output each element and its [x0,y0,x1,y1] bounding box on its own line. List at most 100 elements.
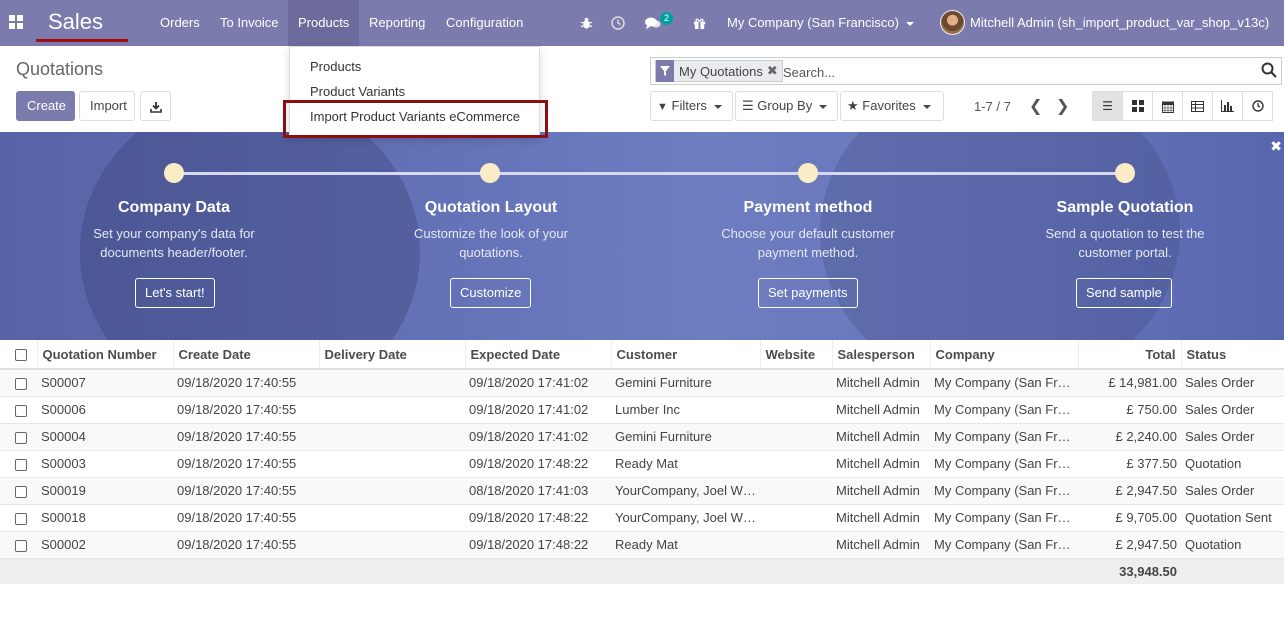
user-avatar[interactable] [940,10,965,35]
graph-view-icon[interactable] [1212,91,1243,121]
lets-start-button[interactable]: Let's start! [135,278,215,308]
cell-status: Quotation Sent [1181,504,1284,532]
list-view-icon[interactable]: ☰ [1092,91,1123,121]
calendar-view-icon[interactable] [1152,91,1183,121]
table-footer-row: 33,948.50 [0,558,1284,584]
close-icon[interactable]: ✖ [1270,138,1282,155]
menu-to-invoice[interactable]: To Invoice [210,0,289,46]
download-button[interactable] [140,91,171,121]
cell-number: S00002 [37,531,173,559]
cell-number: S00004 [37,423,173,451]
step-dot [798,163,818,183]
column-header-expected-date[interactable]: Expected Date [465,340,612,370]
select-all-checkbox[interactable] [0,340,38,370]
pivot-view-icon[interactable] [1182,91,1213,121]
cell-expected-date: 09/18/2020 17:48:22 [465,504,611,532]
cell-delivery-date [319,531,465,559]
table-row[interactable]: S00006 09/18/2020 17:40:55 09/18/2020 17:4… [0,396,1284,424]
cell-company: My Company (San Fr… [930,369,1078,397]
menu-configuration[interactable]: Configuration [436,0,533,46]
bug-icon[interactable] [580,0,593,46]
cell-salesperson: Mitchell Admin [832,504,930,532]
search-input[interactable] [783,62,1253,82]
company-switcher[interactable]: My Company (San Francisco) [727,0,914,46]
activity-view-icon[interactable] [1242,91,1273,121]
kanban-view-icon[interactable] [1122,91,1153,121]
cell-company: My Company (San Fr… [930,477,1078,505]
row-checkbox[interactable] [0,477,37,505]
import-button[interactable]: Import [79,91,135,121]
row-checkbox[interactable] [0,423,37,451]
column-header-salesperson[interactable]: Salesperson [832,340,931,370]
set-payments-button[interactable]: Set payments [758,278,858,308]
row-checkbox[interactable] [0,531,37,559]
cell-salesperson: Mitchell Admin [832,450,930,478]
table-row[interactable]: S00003 09/18/2020 17:40:55 09/18/2020 17:4… [0,450,1284,478]
column-header-number[interactable]: Quotation Number [37,340,174,370]
column-header-status[interactable]: Status [1181,340,1284,370]
facet-label: My Quotations [679,63,763,79]
cell-website [760,450,832,478]
menu-reporting[interactable]: Reporting [359,0,435,46]
menu-orders[interactable]: Orders [150,0,210,46]
column-header-customer[interactable]: Customer [611,340,761,370]
cell-status: Sales Order [1181,477,1284,505]
cell-delivery-date [319,504,465,532]
cell-expected-date: 08/18/2020 17:41:03 [465,477,611,505]
step-description: Customize the look of your quotations. [414,226,568,260]
top-navbar: Sales Orders To Invoice Products Reporti… [0,0,1284,46]
cell-total: £ 9,705.00 [1078,504,1181,532]
menu-products[interactable]: Products [288,0,360,46]
group-by-button[interactable]: ☰ Group By [735,91,838,121]
filters-button[interactable]: ▼ Filters [650,91,733,121]
send-sample-button[interactable]: Send sample [1076,278,1172,308]
column-header-total[interactable]: Total [1078,340,1182,370]
row-checkbox[interactable] [0,450,37,478]
column-header-company[interactable]: Company [930,340,1079,370]
app-brand[interactable]: Sales [48,9,103,35]
cell-customer: Gemini Furniture [611,369,760,397]
cell-number: S00006 [37,396,173,424]
user-menu[interactable]: Mitchell Admin (sh_import_product_var_sh… [970,0,1269,46]
column-header-delivery-date[interactable]: Delivery Date [319,340,466,370]
cell-customer: Ready Mat [611,531,760,559]
menu-item-product-variants[interactable]: Product Variants [310,84,405,99]
cell-website [760,396,832,424]
favorites-button[interactable]: ★ Favorites [840,91,944,121]
table-row[interactable]: S00007 09/18/2020 17:40:55 09/18/2020 17:4… [0,369,1284,397]
cell-status: Sales Order [1181,423,1284,451]
cell-expected-date: 09/18/2020 17:41:02 [465,396,611,424]
pager-previous-icon[interactable]: ❮ [1029,96,1042,116]
gift-icon[interactable] [693,0,706,46]
table-row[interactable]: S00019 09/18/2020 17:40:55 08/18/2020 17:4… [0,477,1284,505]
cell-website [760,369,832,397]
table-row[interactable]: S00002 09/18/2020 17:40:55 09/18/2020 17:4… [0,531,1284,559]
column-header-website[interactable]: Website [760,340,833,370]
cell-website [760,477,832,505]
row-checkbox[interactable] [0,504,37,532]
cell-create-date: 09/18/2020 17:40:55 [173,396,319,424]
chat-icon[interactable] [645,0,661,46]
chevron-down-icon [905,21,914,26]
clock-icon[interactable] [611,0,625,46]
facet-remove-icon[interactable]: ✖ [767,63,782,79]
pager-next-icon[interactable]: ❯ [1056,96,1069,116]
cell-customer: Ready Mat [611,450,760,478]
step-description: Set your company's data for documents hea… [93,226,255,260]
row-checkbox[interactable] [0,396,37,424]
pager-value[interactable]: 1-7 / 7 [974,99,1011,114]
column-header-create-date[interactable]: Create Date [173,340,320,370]
chevron-down-icon [713,104,722,109]
cell-salesperson: Mitchell Admin [832,369,930,397]
search-icon[interactable] [1261,62,1277,78]
sum-total: 33,948.50 [1078,558,1181,584]
table-row[interactable]: S00018 09/18/2020 17:40:55 09/18/2020 17:4… [0,504,1284,532]
apps-menu-icon[interactable] [9,15,23,29]
table-row[interactable]: S00004 09/18/2020 17:40:55 09/18/2020 17:4… [0,423,1284,451]
customize-button[interactable]: Customize [450,278,532,308]
step-dot [164,163,184,183]
menu-item-products[interactable]: Products [310,59,361,74]
create-button[interactable]: Create [16,91,75,121]
row-checkbox[interactable] [0,369,37,397]
cell-number: S00007 [37,369,173,397]
